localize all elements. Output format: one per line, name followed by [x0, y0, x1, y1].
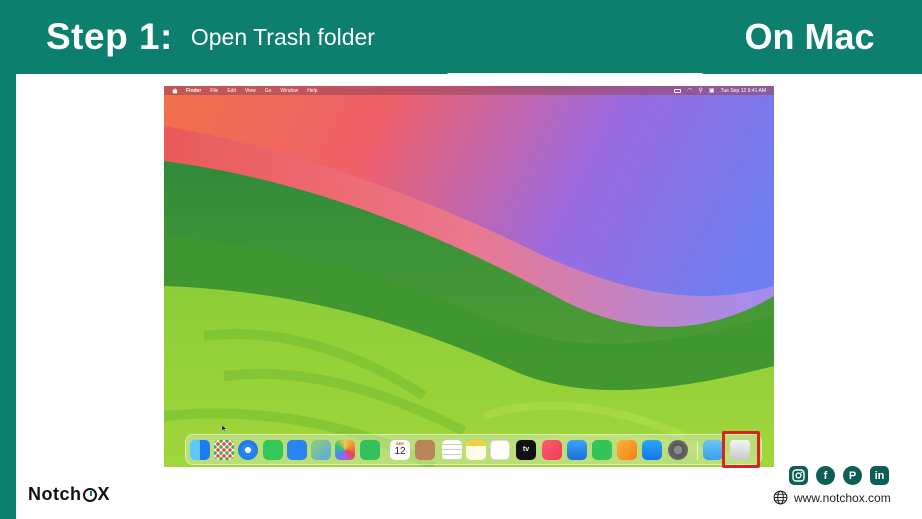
menu-window[interactable]: Window — [280, 88, 298, 94]
social-links: f P in — [789, 466, 889, 485]
website-link[interactable]: www.notchox.com — [773, 490, 891, 505]
website-url[interactable]: www.notchox.com — [794, 491, 891, 505]
system-settings-icon[interactable] — [668, 440, 688, 460]
trash-highlight-box — [722, 431, 760, 468]
control-center-toggle-icon[interactable]: ▣ — [709, 87, 715, 94]
photos-icon[interactable] — [335, 440, 355, 460]
platform-banner: On Mac — [697, 0, 922, 74]
contacts-icon[interactable] — [415, 440, 435, 460]
apple-tv-icon[interactable]: tv — [516, 440, 536, 460]
instagram-icon[interactable] — [789, 466, 808, 485]
menu-extras: ◠ ⚲ ▣ Tue Sep 12 9:41 AM — [674, 86, 766, 95]
control-center-icon[interactable]: ⚲ — [699, 87, 703, 94]
dock-separator — [697, 441, 698, 460]
menu-file[interactable]: File — [210, 88, 218, 94]
pages-icon[interactable] — [617, 440, 637, 460]
messages-icon[interactable] — [263, 440, 283, 460]
wifi-icon[interactable]: ◠ — [687, 87, 692, 94]
notchox-logo: Notch X — [28, 484, 110, 505]
launchpad-icon[interactable] — [214, 440, 234, 460]
finder-icon[interactable] — [190, 440, 210, 460]
apple-menu-icon[interactable] — [172, 87, 178, 94]
wallpaper — [164, 86, 774, 467]
notes-icon[interactable] — [466, 440, 486, 460]
maps-icon[interactable] — [311, 440, 331, 460]
linkedin-icon[interactable]: in — [870, 466, 889, 485]
platform-label: On Mac — [744, 16, 875, 57]
menu-go[interactable]: Go — [265, 88, 272, 94]
menu-finder[interactable]: Finder — [186, 88, 201, 94]
downloads-folder-icon[interactable] — [703, 440, 723, 460]
step-banner: Step 1: Open Trash folder — [0, 0, 453, 74]
menu-bar: Finder File Edit View Go Window Help ◠ ⚲… — [164, 86, 774, 95]
calendar-icon[interactable]: SEP 12 — [390, 440, 410, 460]
logo-text-left: Notch — [28, 484, 82, 504]
numbers-icon[interactable] — [592, 440, 612, 460]
menu-view[interactable]: View — [245, 88, 256, 94]
battery-icon[interactable] — [674, 88, 682, 93]
safari-icon[interactable] — [238, 440, 258, 460]
step-number: Step 1: — [46, 16, 173, 57]
menu-edit[interactable]: Edit — [227, 88, 236, 94]
logo-text-right: X — [97, 484, 111, 504]
mouse-cursor-icon — [222, 425, 227, 432]
freeform-icon[interactable] — [490, 440, 510, 460]
tv-label: tv — [522, 446, 530, 453]
calendar-day: 12 — [394, 446, 406, 457]
reminders-icon[interactable] — [442, 440, 462, 460]
pinterest-icon[interactable]: P — [843, 466, 862, 485]
app-store-icon[interactable] — [642, 440, 662, 460]
facebook-icon[interactable]: f — [816, 466, 835, 485]
mac-desktop-screenshot: Finder File Edit View Go Window Help ◠ ⚲… — [164, 86, 774, 467]
logo-o-icon — [82, 487, 97, 502]
keynote-icon[interactable] — [567, 440, 587, 460]
menu-clock[interactable]: Tue Sep 12 9:41 AM — [721, 88, 766, 94]
step-description: Open Trash folder — [190, 23, 375, 50]
menu-help[interactable]: Help — [307, 88, 317, 94]
globe-icon — [773, 490, 788, 505]
music-icon[interactable] — [542, 440, 562, 460]
facetime-icon[interactable] — [360, 440, 380, 460]
dock: SEP 12 tv — [185, 434, 762, 465]
mail-icon[interactable] — [287, 440, 307, 460]
